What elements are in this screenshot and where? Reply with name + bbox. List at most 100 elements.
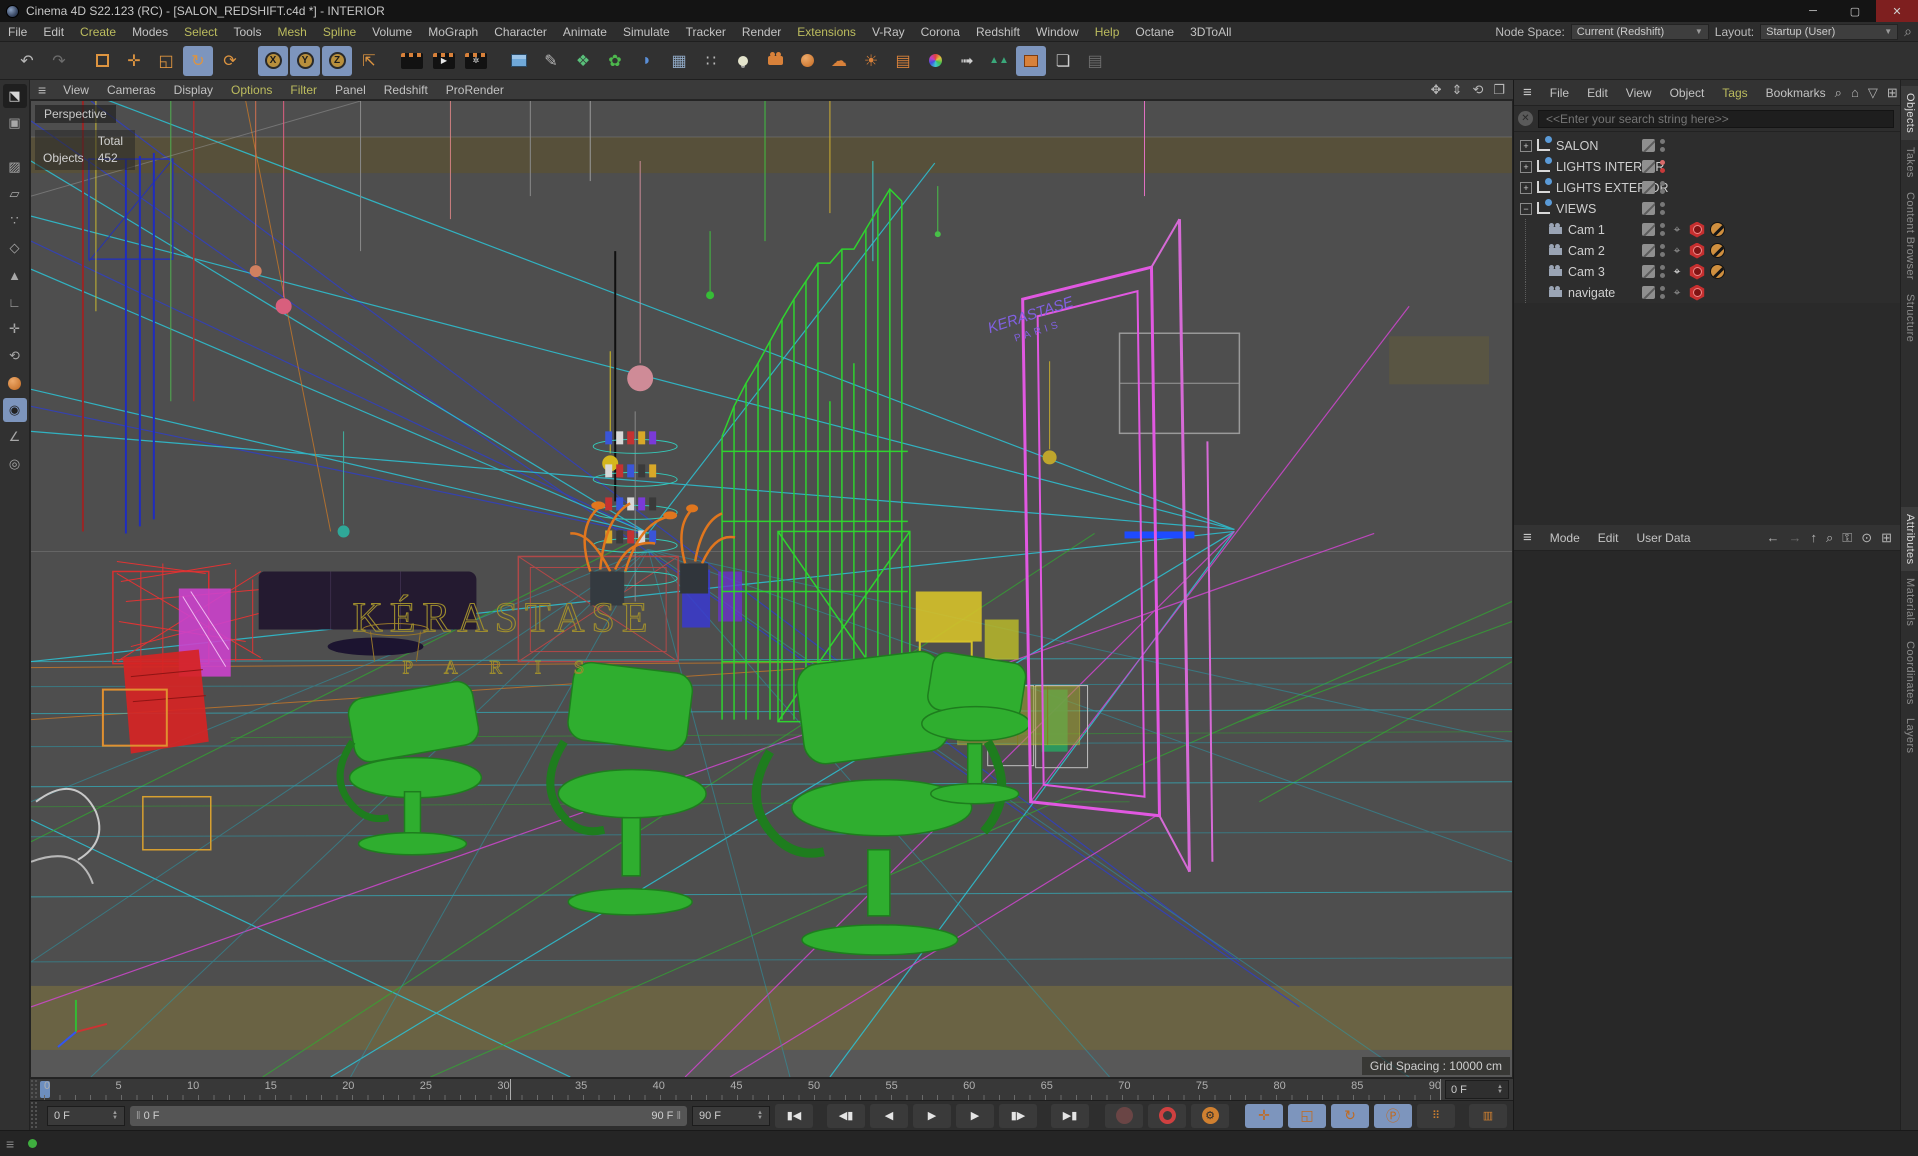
goto-start-button[interactable]: ▮◀ [775,1103,813,1128]
render-picture-viewer-button[interactable]: ▶ [429,46,459,76]
am-menu-userdata[interactable]: User Data [1627,531,1699,545]
panel-menu-icon[interactable]: ≡ [1514,529,1541,546]
zoom-view-icon[interactable]: ⇕ [1452,82,1463,98]
floor-object-button[interactable]: ▦ [664,46,694,76]
menu-spline[interactable]: Spline [315,22,364,42]
add-camera-button[interactable] [760,46,790,76]
simulation-button[interactable]: ∷ [696,46,726,76]
menu-mesh[interactable]: Mesh [269,22,314,42]
next-key-button[interactable]: ▮▶ [999,1103,1037,1128]
coordinate-system-button[interactable]: ⇱ [354,46,384,76]
view-label[interactable]: Perspective [35,105,116,123]
om-menu-view[interactable]: View [1617,86,1661,100]
spinner-icon[interactable]: ▲ ▼ [757,1110,763,1121]
menu-help[interactable]: Help [1087,22,1128,42]
om-menu-bookmarks[interactable]: Bookmarks [1757,86,1835,100]
new-panel-icon[interactable]: ⊞ [1881,530,1892,546]
snap-toggle-icon[interactable]: ◉ [2,398,27,422]
keyframe-selection-button[interactable]: ⠿ [1417,1103,1455,1128]
material-preview-icon[interactable] [3,371,27,395]
scale-tool[interactable]: ◱ [151,46,181,76]
menu-redshift[interactable]: Redshift [968,22,1028,42]
add-spline-button[interactable]: ✎ [536,46,566,76]
viewport[interactable]: KÉRASTASE P A R I S KERASTASE PARIS Pers… [30,100,1513,1078]
om-menu-edit[interactable]: Edit [1578,86,1617,100]
clear-search-icon[interactable]: ✕ [1518,111,1533,126]
axis-mode-icon[interactable]: ✛ [3,317,27,341]
end-frame-field[interactable]: 90 F ▲ ▼ [692,1105,770,1126]
vp-menu-panel[interactable]: Panel [326,83,375,97]
object-row-cam1[interactable]: Cam 1 ⌖ [1514,219,1900,240]
measure-tool-icon[interactable]: ∟ [3,290,27,314]
menu-vray[interactable]: V-Ray [864,22,913,42]
minimize-button[interactable]: ─ [1792,0,1834,22]
menu-window[interactable]: Window [1028,22,1087,42]
rotate-view-icon[interactable]: ⟲ [1472,82,1483,98]
quantize-icon[interactable]: ∠ [3,425,27,449]
menu-simulate[interactable]: Simulate [615,22,678,42]
tab-layers[interactable]: Layers [1901,711,1918,760]
menu-render[interactable]: Render [734,22,789,42]
redshift-camera-tag[interactable] [1689,263,1705,280]
tab-materials[interactable]: Materials [1901,571,1918,633]
render-view-button[interactable] [397,46,427,76]
tab-takes[interactable]: Takes [1901,140,1918,185]
menu-modes[interactable]: Modes [124,22,176,42]
previous-key-button[interactable]: ◀▮ [827,1103,865,1128]
spinner-icon[interactable]: ▲ ▼ [112,1110,118,1121]
visibility-dots[interactable] [1660,265,1665,278]
add-bookmark-icon[interactable]: ⊞ [1887,85,1898,101]
pan-view-icon[interactable]: ✥ [1431,82,1442,98]
menu-extensions[interactable]: Extensions [789,22,864,42]
collapse-icon[interactable]: − [1520,202,1532,215]
add-light-button[interactable] [728,46,758,76]
xref-button[interactable]: ❏ [1048,46,1078,76]
target-icon[interactable]: ⌖ [1670,222,1684,237]
goto-end-button[interactable]: ▶▮ [1051,1103,1089,1128]
viewport-canvas[interactable]: KÉRASTASE P A R I S KERASTASE PARIS [31,101,1512,1077]
vp-menu-filter[interactable]: Filter [281,83,326,97]
undo-button[interactable]: ↶ [12,46,42,76]
menu-volume[interactable]: Volume [364,22,420,42]
history-back-icon[interactable]: ← [1767,530,1780,546]
visibility-dots[interactable] [1660,160,1665,173]
object-row-lights-interior[interactable]: + LIGHTS INTERIOR [1514,156,1900,177]
record-parameter-button[interactable]: Ⓟ [1374,1103,1412,1128]
search-commander-icon[interactable]: ⌕ [1904,23,1912,40]
expand-icon[interactable]: + [1520,160,1532,173]
keyframe-settings-button[interactable]: ⚙ [1191,1103,1229,1128]
object-row-cam3[interactable]: Cam 3 ⌖ [1514,261,1900,282]
status-menu-icon[interactable]: ≡ [6,1136,14,1152]
record-rotation-button[interactable]: ↻ [1331,1103,1369,1128]
points-mode-icon[interactable]: ∵ [3,209,27,233]
rotate-tool[interactable]: ↻ [183,45,213,76]
menu-tools[interactable]: Tools [225,22,269,42]
vp-menu-cameras[interactable]: Cameras [98,83,165,97]
layer-toggle[interactable] [1642,286,1655,299]
layer-toggle[interactable] [1642,223,1655,236]
volume-builder-button[interactable]: ◗ [632,46,662,76]
redo-button[interactable]: ↷ [44,46,74,76]
workplane-mode-icon[interactable]: ▱ [3,182,27,206]
object-row-views[interactable]: − VIEWS [1514,198,1900,219]
instance-button[interactable]: ➟ [952,46,982,76]
sun-object-button[interactable]: ☀ [856,46,886,76]
record-scale-button[interactable]: ◱ [1288,1103,1326,1128]
maximize-button[interactable]: ▢ [1834,0,1876,22]
layer-toggle[interactable] [1642,139,1655,152]
viewport-menu-icon[interactable]: ≡ [30,82,54,98]
timeline-frame-field[interactable]: 0 F ▲ ▼ [1445,1080,1509,1099]
frame-range-slider[interactable]: ‖ 0 F 90 F ‖ [130,1105,687,1126]
visibility-dots[interactable] [1660,286,1665,299]
tab-objects[interactable]: Objects [1901,86,1918,141]
am-menu-edit[interactable]: Edit [1589,531,1628,545]
autokey-button[interactable] [1148,1103,1186,1128]
search-icon[interactable]: ⌕ [1826,530,1833,546]
panel-menu-icon[interactable]: ≡ [1514,84,1541,101]
edges-mode-icon[interactable]: ◇ [3,236,27,260]
model-mode-icon[interactable]: ▣ [3,111,27,135]
filter-icon[interactable]: ▽ [1868,85,1878,101]
previous-frame-button[interactable]: ◀ [870,1103,908,1128]
texture-mode-icon[interactable]: ▨ [3,155,27,179]
layer-toggle[interactable] [1642,181,1655,194]
